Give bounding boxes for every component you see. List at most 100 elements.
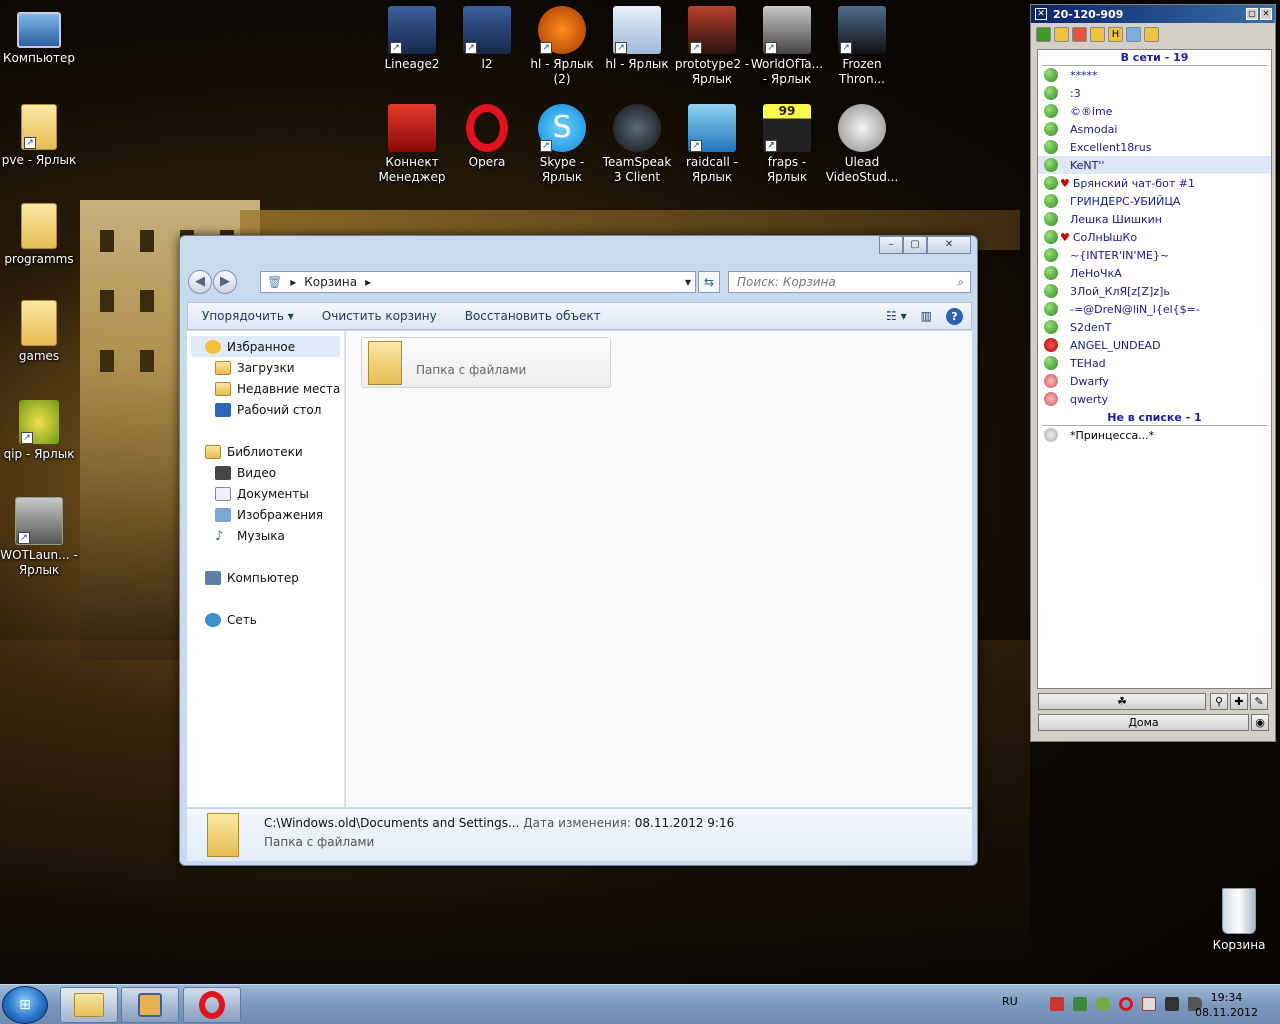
nav-favorites[interactable]: Избранное <box>191 336 340 357</box>
contact-item[interactable]: ANGEL_UNDEAD <box>1038 336 1271 354</box>
taskbar-opera-button[interactable] <box>183 987 241 1023</box>
minimize-button[interactable]: – <box>879 236 903 254</box>
deleted-folder-item[interactable]: Папка с файлами <box>361 337 611 388</box>
desktop-icon-qip[interactable]: ↗ qip - Ярлык <box>0 400 78 462</box>
nav-pictures[interactable]: Изображения <box>187 504 344 525</box>
contact-item[interactable]: ♥ Брянский чат-бот #1 <box>1038 174 1271 192</box>
nav-computer[interactable]: Компьютер <box>187 567 344 588</box>
contact-item[interactable]: Asmodai <box>1038 120 1271 138</box>
qip-restore-button[interactable]: ▢ <box>1246 8 1258 20</box>
desktop-icon-worldoftanks[interactable]: ↗ WorldOfTa... - Ярлык <box>748 6 826 87</box>
qip-add-contact-icon[interactable]: ✚ <box>1230 693 1248 710</box>
clock[interactable]: 19:34 08.11.2012 <box>1195 990 1258 1020</box>
desktop-icon-recycle-bin[interactable]: Корзина <box>1206 888 1272 952</box>
group-not-in-list[interactable]: Не в списке - 1 <box>1042 410 1267 426</box>
back-button[interactable]: ◀ <box>188 270 212 294</box>
nav-music[interactable]: ♪ Музыка <box>187 525 344 546</box>
qip-history-icon[interactable]: H <box>1108 26 1123 42</box>
contact-item[interactable]: Лешка Шишкин <box>1038 210 1271 228</box>
desktop-icon-hl[interactable]: ↗ hl - Ярлык <box>598 6 676 72</box>
nav-network[interactable]: Сеть <box>187 609 344 630</box>
contact-item[interactable]: :3 <box>1038 84 1271 102</box>
contact-item[interactable]: -=@DreN@liN_l{el{$=- <box>1038 300 1271 318</box>
desktop-icon-pve[interactable]: ↗ pve - Ярлык <box>0 104 78 168</box>
nav-libraries[interactable]: Библиотеки <box>187 441 344 462</box>
close-button[interactable]: ✕ <box>927 236 971 254</box>
contact-item[interactable]: ♥ СоЛнЫшКо <box>1038 228 1271 246</box>
desktop-icon-lineage2[interactable]: ↗ Lineage2 <box>373 6 451 72</box>
taskbar-explorer-button[interactable] <box>60 987 118 1023</box>
qip-close-button[interactable]: ✕ <box>1260 8 1272 20</box>
contact-item[interactable]: Dwarfy <box>1038 372 1271 390</box>
organize-button[interactable]: Упорядочить ▾ <box>188 309 308 323</box>
contact-item-selected[interactable]: KeNT'' <box>1038 156 1271 174</box>
qip-tray-icon[interactable] <box>1096 997 1110 1011</box>
contact-item[interactable]: ГРИНДЕРС-УБИЙЦА <box>1038 192 1271 210</box>
qip-notes-icon[interactable] <box>1144 26 1159 42</box>
contact-item[interactable]: S2denT <box>1038 318 1271 336</box>
qip-edit-icon[interactable]: ✎ <box>1250 693 1268 710</box>
desktop-icon-hl2[interactable]: ↗ hl - Ярлык (2) <box>523 6 601 87</box>
search-input[interactable]: Поиск: Корзина ⌕ <box>728 271 971 293</box>
nav-desktop[interactable]: Рабочий стол <box>187 399 344 420</box>
help-icon[interactable]: ? <box>946 307 963 325</box>
qip-filter-icon[interactable] <box>1072 26 1087 42</box>
action-center-icon[interactable] <box>1142 997 1156 1011</box>
contact-item[interactable]: ЛеНоЧкА <box>1038 264 1271 282</box>
opera-tray-icon[interactable] <box>1119 997 1133 1011</box>
desktop-icon-opera[interactable]: Opera <box>448 104 526 170</box>
nav-downloads[interactable]: Загрузки <box>187 357 344 378</box>
address-dropdown-icon[interactable]: ▾ <box>685 275 691 289</box>
desktop-icon-connect[interactable]: Коннект Менеджер <box>373 104 451 185</box>
maximize-button[interactable]: ▢ <box>903 236 927 254</box>
contact-item[interactable]: 3Лой_КлЯ[z[Z]z]ь <box>1038 282 1271 300</box>
desktop-icon-programms[interactable]: programms <box>0 203 78 267</box>
desktop-icon-games[interactable]: games <box>0 300 78 364</box>
desktop-icon-computer[interactable]: Компьютер <box>0 8 78 66</box>
nav-documents[interactable]: Документы <box>187 483 344 504</box>
start-button[interactable]: ⊞ <box>2 986 48 1024</box>
desktop-icon-skype[interactable]: S ↗ Skype - Ярлык <box>523 104 601 185</box>
antivirus-icon[interactable] <box>1050 997 1064 1011</box>
qip-contacts-icon[interactable] <box>1054 26 1069 42</box>
desktop-icon-frozen-throne[interactable]: ↗ Frozen Thron... <box>823 6 901 87</box>
refresh-button[interactable]: ⇆ <box>698 271 720 293</box>
breadcrumb-recycle-bin[interactable]: Корзина <box>304 275 357 289</box>
contact-item[interactable]: qwerty <box>1038 390 1271 408</box>
address-box[interactable]: 🗑 ▸ Корзина ▸ ▾ <box>260 271 696 293</box>
desktop-icon-fraps[interactable]: 99 ↗ fraps - Ярлык <box>748 104 826 185</box>
contact-item[interactable]: ~{INTER'IN'ME}~ <box>1038 246 1271 264</box>
network-tray-icon[interactable] <box>1165 997 1179 1011</box>
desktop-icon-ulead[interactable]: Ulead VideoStud... <box>823 104 901 185</box>
qip-search-contact-icon[interactable]: ⚲ <box>1210 693 1228 710</box>
qip-visibility-icon[interactable]: ◉ <box>1251 714 1269 731</box>
nav-video[interactable]: Видео <box>187 462 344 483</box>
contact-item[interactable]: Excellent18rus <box>1038 138 1271 156</box>
shield-icon[interactable] <box>1073 997 1087 1011</box>
preview-pane-icon[interactable]: ▥ <box>921 309 932 323</box>
close-icon[interactable]: ✕ <box>1035 8 1047 20</box>
nav-recent-places[interactable]: Недавние места <box>187 378 344 399</box>
forward-button[interactable]: ▶ <box>213 270 237 294</box>
contact-item[interactable]: *Принцесса...* <box>1038 426 1271 444</box>
qip-main-menu-button[interactable]: ☘ <box>1038 693 1206 710</box>
search-icon[interactable]: ⌕ <box>957 272 964 292</box>
view-options-icon[interactable]: ☷ ▾ <box>886 309 907 323</box>
empty-recycle-bin-button[interactable]: Очистить корзину <box>308 309 451 323</box>
restore-item-button[interactable]: Восстановить объект <box>451 309 615 323</box>
taskbar-media-player-button[interactable] <box>121 987 179 1023</box>
contact-item[interactable]: ***** <box>1038 66 1271 84</box>
contact-item[interactable]: ©®ime <box>1038 102 1271 120</box>
qip-status-button[interactable]: Дома <box>1038 714 1249 731</box>
qip-users-icon[interactable] <box>1090 26 1105 42</box>
group-online[interactable]: В сети - 19 <box>1042 50 1267 66</box>
desktop-icon-wotlauncher[interactable]: ↗ WOTLaun... - Ярлык <box>0 497 78 578</box>
language-indicator[interactable]: RU <box>1002 995 1018 1008</box>
desktop-icon-raidcall[interactable]: ↗ raidcall - Ярлык <box>673 104 751 185</box>
contact-item[interactable]: TEHad <box>1038 354 1271 372</box>
desktop-icon-prototype2[interactable]: ↗ prototype2 - Ярлык <box>673 6 751 87</box>
qip-plugins-icon[interactable] <box>1126 26 1141 42</box>
desktop-icon-l2[interactable]: ↗ l2 <box>448 6 526 72</box>
desktop-icon-teamspeak[interactable]: TeamSpeak 3 Client <box>598 104 676 185</box>
qip-menu-icon[interactable] <box>1036 26 1051 42</box>
